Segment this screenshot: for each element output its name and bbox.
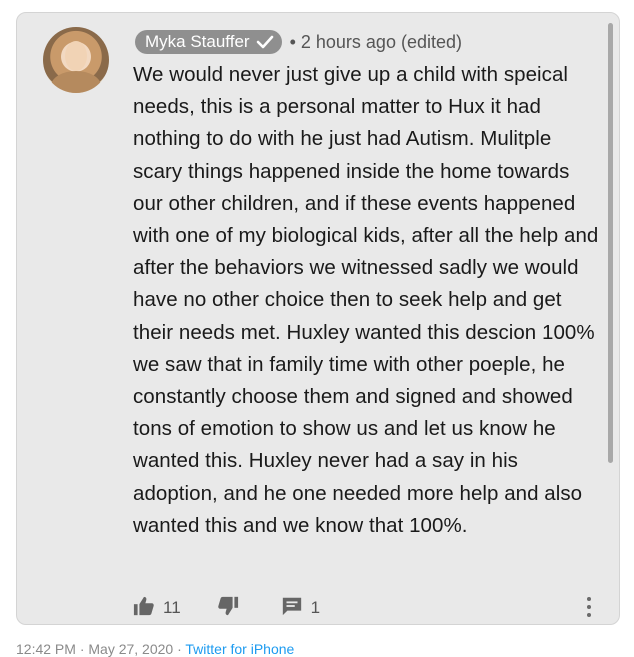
tweet-timestamp[interactable]: 12:42 PM · May 27, 2020 · bbox=[16, 641, 185, 657]
more-dot bbox=[587, 597, 591, 601]
like-button[interactable]: 11 bbox=[133, 595, 181, 622]
dislike-button[interactable] bbox=[217, 595, 239, 622]
comment-meta: • 2 hours ago (edited) bbox=[289, 31, 462, 52]
comment-header: Myka Stauffer • 2 hours ago (edited) bbox=[135, 29, 462, 55]
avatar[interactable] bbox=[43, 27, 109, 93]
reply-button[interactable]: 1 bbox=[281, 595, 320, 622]
comment-icon bbox=[281, 595, 303, 622]
reply-count: 1 bbox=[310, 598, 321, 617]
thumbs-up-icon bbox=[133, 595, 155, 622]
thumbs-down-icon bbox=[217, 595, 239, 622]
avatar-face bbox=[65, 41, 87, 71]
more-dot bbox=[587, 613, 591, 617]
comment-text: We would never just give up a child with… bbox=[133, 63, 599, 537]
comment-card: Myka Stauffer • 2 hours ago (edited) We … bbox=[16, 12, 620, 625]
comment-actions: 11 1 bbox=[133, 595, 320, 621]
author-name[interactable]: Myka Stauffer bbox=[145, 32, 250, 52]
author-chip[interactable]: Myka Stauffer bbox=[135, 30, 282, 54]
like-count: 11 bbox=[163, 598, 181, 617]
avatar-body bbox=[51, 71, 101, 93]
scrollbar[interactable] bbox=[608, 23, 613, 463]
check-icon bbox=[256, 35, 274, 49]
more-vertical-icon[interactable] bbox=[587, 597, 591, 617]
more-dot bbox=[587, 605, 591, 609]
tweet-source-link[interactable]: Twitter for iPhone bbox=[185, 641, 294, 657]
tweet-footer: 12:42 PM · May 27, 2020 · Twitter for iP… bbox=[16, 641, 294, 657]
